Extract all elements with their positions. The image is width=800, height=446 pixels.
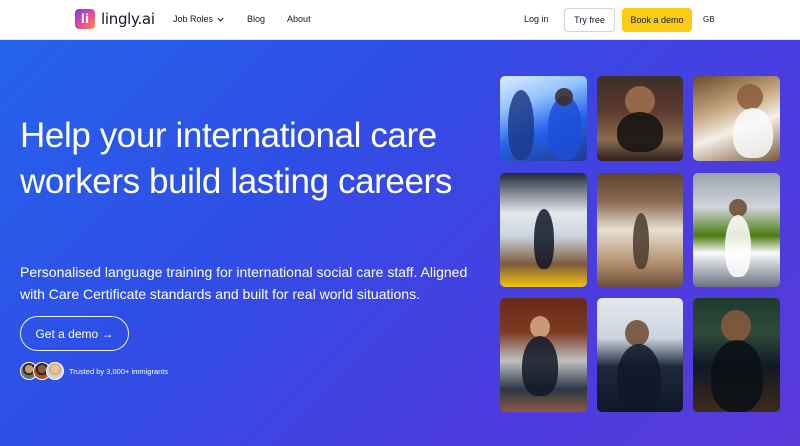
nav-about[interactable]: About (287, 14, 311, 24)
chef-in-kitchen-photo (597, 76, 683, 161)
chevron-down-icon (217, 17, 224, 22)
logo-text: lingly.ai (101, 10, 155, 28)
trust-badge: Trusted by 3,000+ immigrants (20, 362, 168, 380)
logo-link[interactable]: li lingly.ai (75, 9, 155, 29)
logo-icon: li (75, 9, 95, 29)
nav-blog[interactable]: Blog (247, 14, 265, 24)
cleaner-mopping-hallway-photo (597, 173, 683, 287)
avatar-stack (20, 362, 64, 380)
waiter-smiling-photo (693, 298, 780, 412)
nav-job-roles[interactable]: Job Roles (173, 14, 225, 24)
worker-with-young-person-photo (693, 76, 780, 161)
get-demo-button[interactable]: Get a demo → (20, 316, 129, 351)
hero-subheadline: Personalised language training for inter… (20, 264, 468, 302)
nav-links: Job Roles Blog About (173, 14, 311, 24)
elderly-man-at-door-photo (500, 298, 587, 412)
language-selector[interactable]: GB (703, 15, 715, 24)
avatar (46, 362, 64, 380)
book-demo-button[interactable]: Book a demo (622, 8, 692, 32)
login-link[interactable]: Log in (524, 14, 549, 24)
nurse-in-white-uniform-photo (693, 173, 780, 287)
trust-text: Trusted by 3,000+ immigrants (69, 366, 169, 376)
hero-section: Help your international care workers bui… (0, 40, 800, 446)
flight-attendant-photo (597, 298, 683, 412)
carer-with-child-in-garden-photo (500, 173, 587, 287)
nav-job-roles-label: Job Roles (173, 14, 214, 24)
care-worker-with-patient-photo (500, 76, 587, 161)
try-free-button[interactable]: Try free (564, 8, 615, 32)
top-navbar: li lingly.ai Job Roles Blog About Log in… (0, 0, 800, 40)
hero-headline: Help your international care workers bui… (20, 116, 452, 201)
